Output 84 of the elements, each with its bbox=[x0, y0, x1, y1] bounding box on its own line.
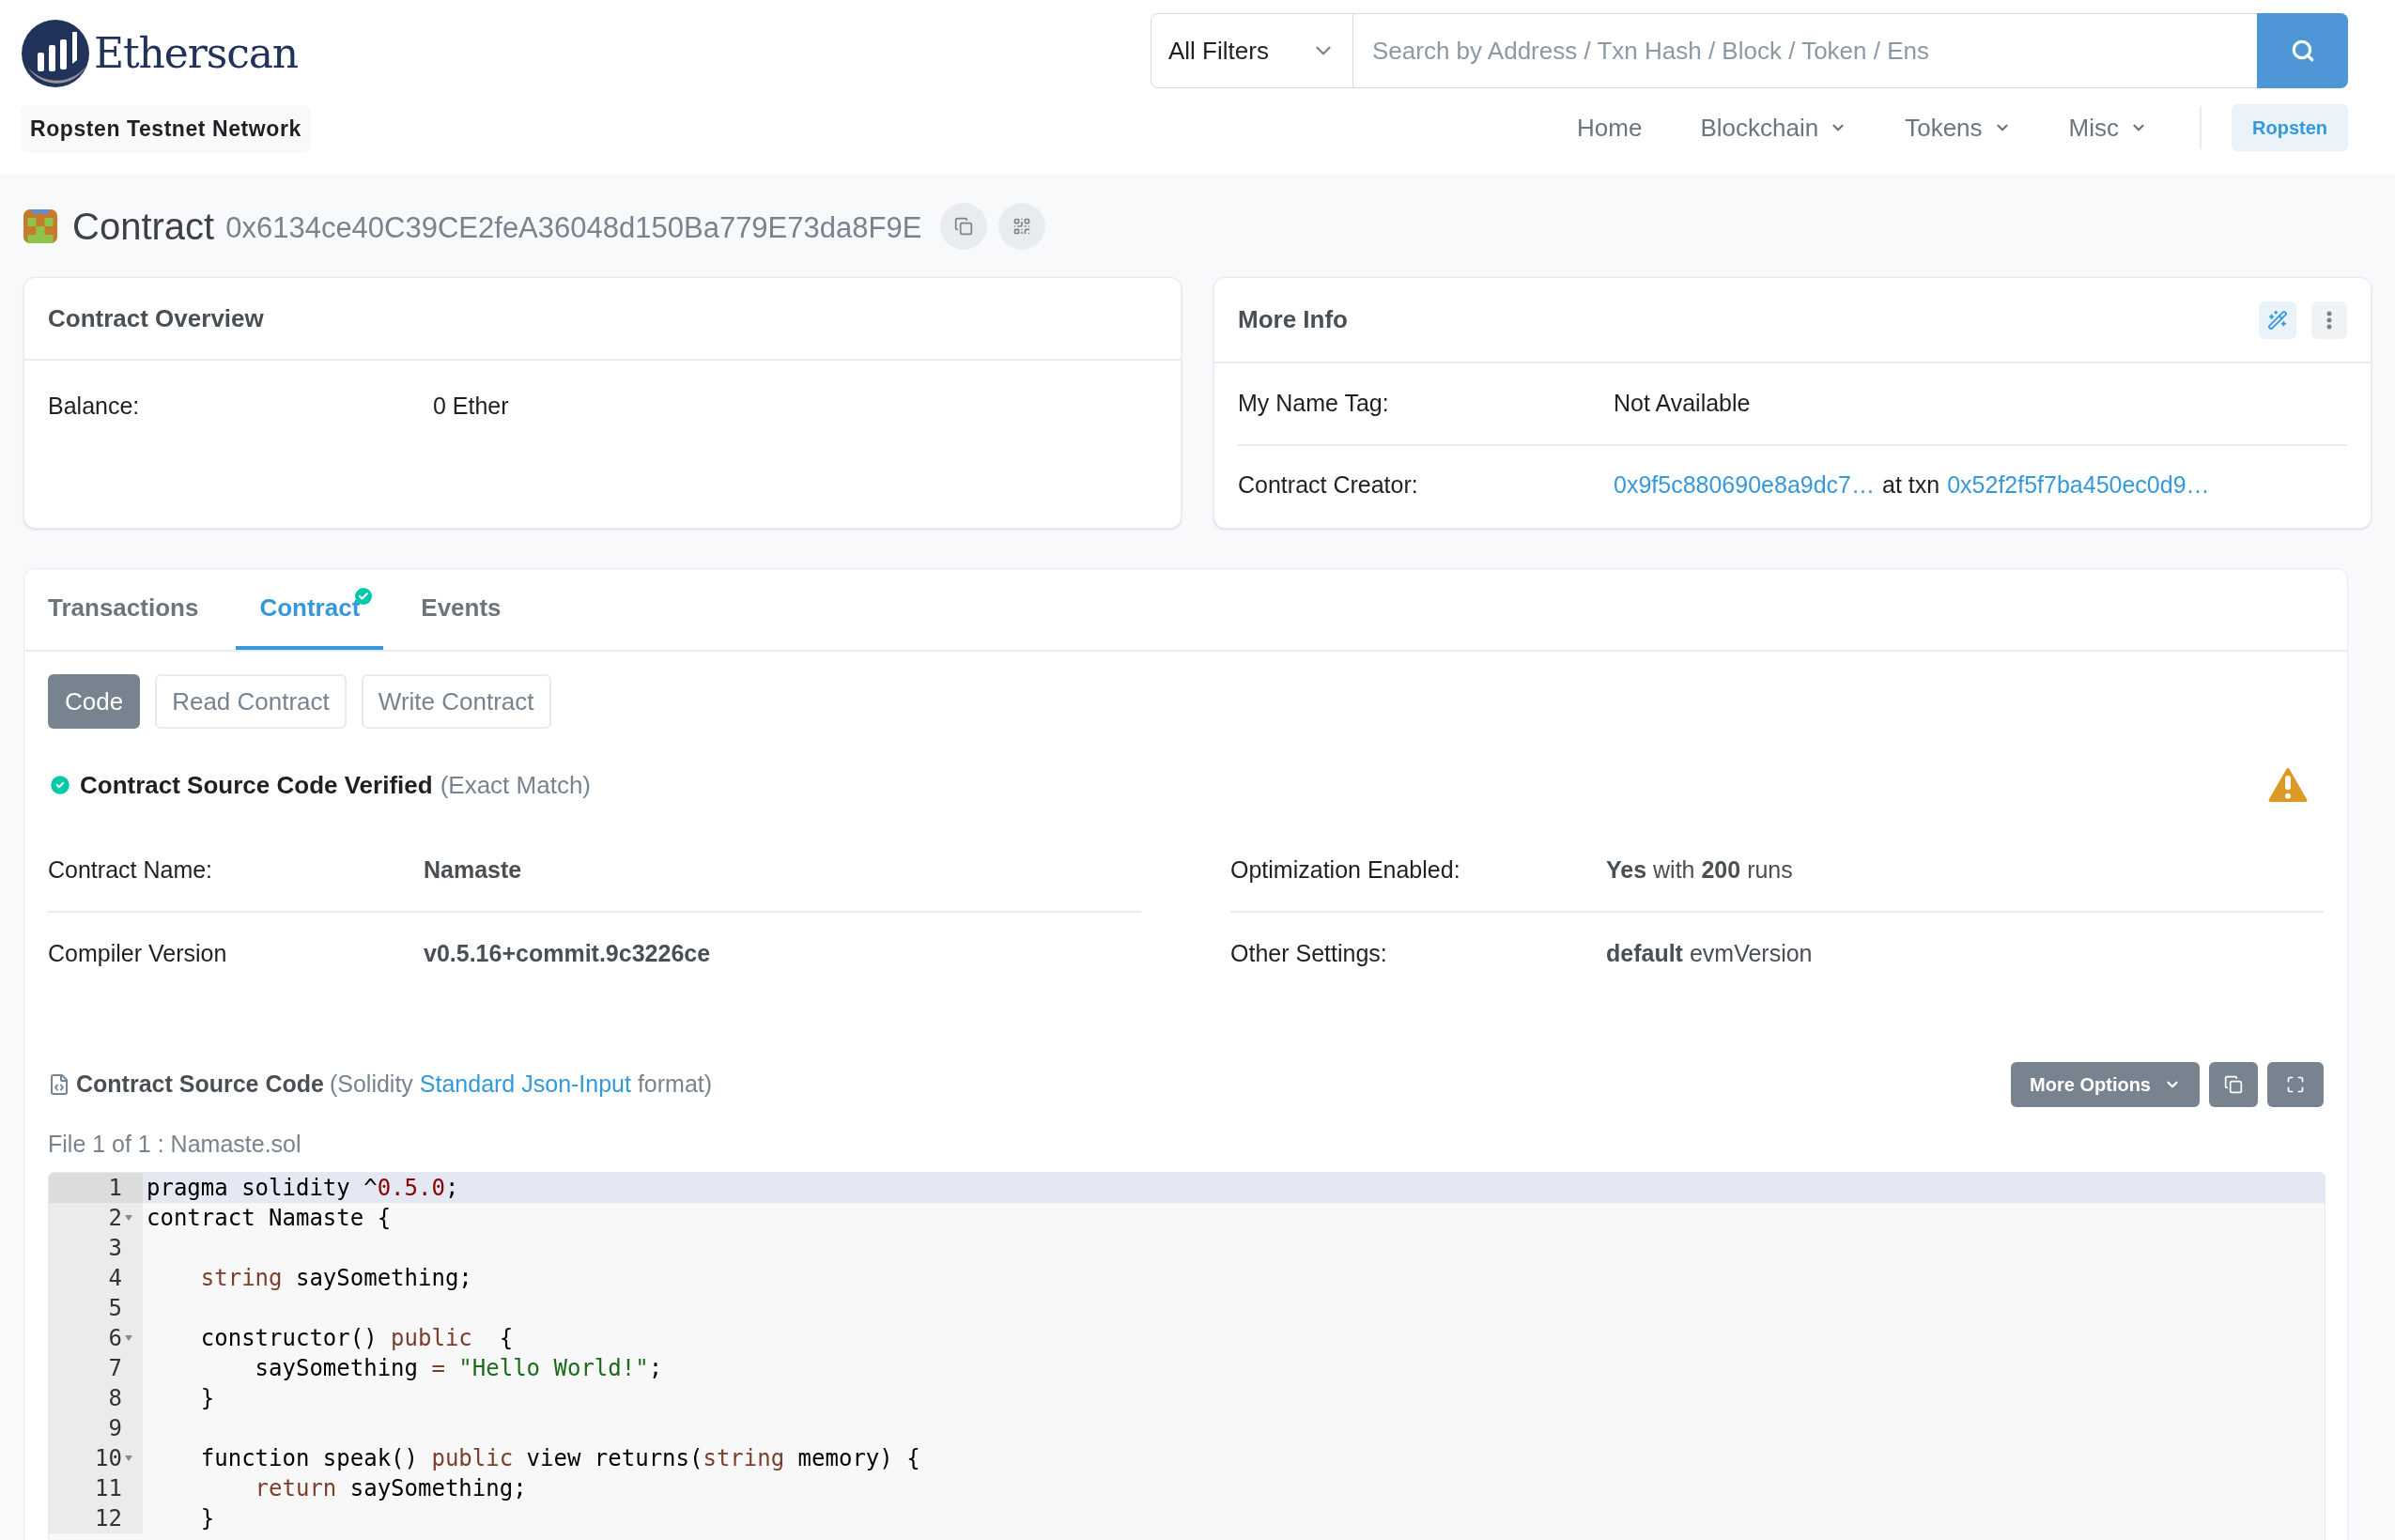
fold-arrow-icon[interactable] bbox=[124, 1454, 133, 1462]
source-format-note: (Solidity Standard Json-Input format) bbox=[329, 1070, 713, 1100]
code-line: saySomething = "Hello World!"; bbox=[254, 1353, 663, 1383]
field-value: Not Available bbox=[1614, 389, 1751, 419]
field-label: Compiler Version bbox=[48, 939, 228, 969]
code-line: contract Namaste { bbox=[146, 1203, 392, 1233]
line-number: 10 bbox=[95, 1443, 122, 1473]
field-label: Contract Name: bbox=[48, 855, 214, 886]
code-line: } bbox=[199, 1383, 215, 1413]
code-view-button[interactable]: Write Contract bbox=[361, 674, 551, 729]
match-note: (Exact Match) bbox=[440, 769, 592, 801]
code-line: pragma solidity ^0.5.0; bbox=[146, 1173, 459, 1203]
line-number: 3 bbox=[108, 1233, 122, 1263]
field-value: 0 Ether bbox=[433, 392, 509, 421]
tab[interactable]: Transactions bbox=[48, 569, 199, 650]
logo-icon bbox=[21, 19, 90, 88]
copy-button[interactable] bbox=[940, 203, 988, 250]
nav-link[interactable]: Misc bbox=[2068, 109, 2147, 146]
copy-icon bbox=[954, 217, 974, 236]
fullscreen-button[interactable] bbox=[2267, 1062, 2324, 1107]
copy-code-button[interactable] bbox=[2209, 1062, 2258, 1107]
standard-json-link[interactable]: Standard Json-Input bbox=[419, 1070, 631, 1098]
line-number: 7 bbox=[108, 1353, 122, 1383]
source-code-title: Contract Source Code bbox=[76, 1070, 324, 1100]
field-label: My Name Tag: bbox=[1238, 389, 1390, 419]
line-number: 9 bbox=[108, 1413, 122, 1443]
qr-code-button[interactable] bbox=[998, 203, 1046, 250]
filter-dropdown[interactable]: All Filters bbox=[1151, 13, 1353, 88]
card-title: More Info bbox=[1238, 304, 1348, 335]
line-number: 6 bbox=[108, 1323, 122, 1353]
nav-link[interactable]: Blockchain bbox=[1700, 109, 1847, 146]
tab[interactable]: Events bbox=[421, 569, 502, 650]
page-title: Contract bbox=[72, 205, 215, 249]
code-file-icon bbox=[48, 1073, 70, 1096]
line-number: 1 bbox=[108, 1173, 122, 1203]
field-value: at txn bbox=[1882, 470, 1940, 500]
wand-button[interactable] bbox=[2259, 300, 2296, 339]
code-line: } bbox=[199, 1503, 215, 1533]
more-icon bbox=[2326, 310, 2332, 330]
file-label: File 1 of 1 : Namaste.sol bbox=[48, 1130, 301, 1159]
line-number: 2 bbox=[108, 1203, 122, 1233]
code-line: constructor() public { bbox=[199, 1323, 514, 1353]
code-line: return saySomething; bbox=[254, 1473, 527, 1503]
nav-link[interactable]: Home bbox=[1577, 109, 1643, 146]
nav-link[interactable]: Tokens bbox=[1905, 109, 2011, 146]
contract-address: 0x6134ce40C39CE2feA36048d150Ba779E73da8F9E bbox=[225, 209, 922, 246]
tab[interactable]: Contract bbox=[236, 569, 384, 650]
code-line: string saySomething; bbox=[199, 1263, 472, 1293]
field-label: Contract Creator: bbox=[1238, 470, 1419, 500]
more-button[interactable] bbox=[2311, 300, 2347, 339]
network-button[interactable]: Ropsten bbox=[2232, 104, 2348, 151]
field-value: v0.5.16+commit.9c3226ce bbox=[424, 939, 711, 969]
field-value: Namaste bbox=[424, 855, 522, 886]
search-button[interactable] bbox=[2257, 13, 2348, 88]
verified-check-icon bbox=[48, 773, 72, 797]
code-view-button[interactable]: Read Contract bbox=[155, 674, 347, 729]
verified-title: Contract Source Code Verified bbox=[80, 769, 433, 801]
fold-arrow-icon[interactable] bbox=[124, 1333, 133, 1342]
logo-text[interactable]: Etherscan bbox=[94, 23, 299, 85]
fold-arrow-icon[interactable] bbox=[124, 1213, 133, 1222]
code-view-button[interactable]: Code bbox=[48, 674, 141, 729]
wand-icon bbox=[2267, 309, 2288, 331]
code-line: function speak() public view returns(string memory) { bbox=[199, 1443, 920, 1473]
txn-hash-link[interactable]: 0x52f2f5f7ba450ec0d9… bbox=[1947, 468, 2210, 503]
copy-icon bbox=[2224, 1075, 2243, 1094]
line-number: 8 bbox=[108, 1383, 122, 1413]
field-label: Balance: bbox=[48, 392, 141, 421]
line-number: 5 bbox=[108, 1293, 122, 1323]
card-title: Contract Overview bbox=[48, 302, 264, 334]
identicon-icon bbox=[23, 209, 57, 243]
field-value: default evmVersion bbox=[1606, 939, 1813, 969]
search-field[interactable]: Search by Address / Txn Hash / Block / Token / Ens bbox=[1353, 13, 2257, 88]
network-badge: Ropsten Testnet Network bbox=[21, 105, 311, 153]
field-label: Optimization Enabled: bbox=[1230, 855, 1461, 886]
line-number: 11 bbox=[95, 1473, 122, 1503]
more-options-button[interactable]: More Options bbox=[2011, 1062, 2200, 1107]
creator-address-link[interactable]: 0x9f5c880690e8a9dc7… bbox=[1614, 468, 1875, 503]
qr-code-icon bbox=[1012, 217, 1032, 236]
field-value: Yes with 200 runs bbox=[1606, 855, 1793, 886]
search-icon bbox=[2290, 38, 2315, 63]
fullscreen-icon bbox=[2286, 1075, 2305, 1094]
line-number: 12 bbox=[95, 1503, 122, 1533]
field-label: Other Settings: bbox=[1230, 939, 1388, 969]
line-number: 4 bbox=[108, 1263, 122, 1293]
